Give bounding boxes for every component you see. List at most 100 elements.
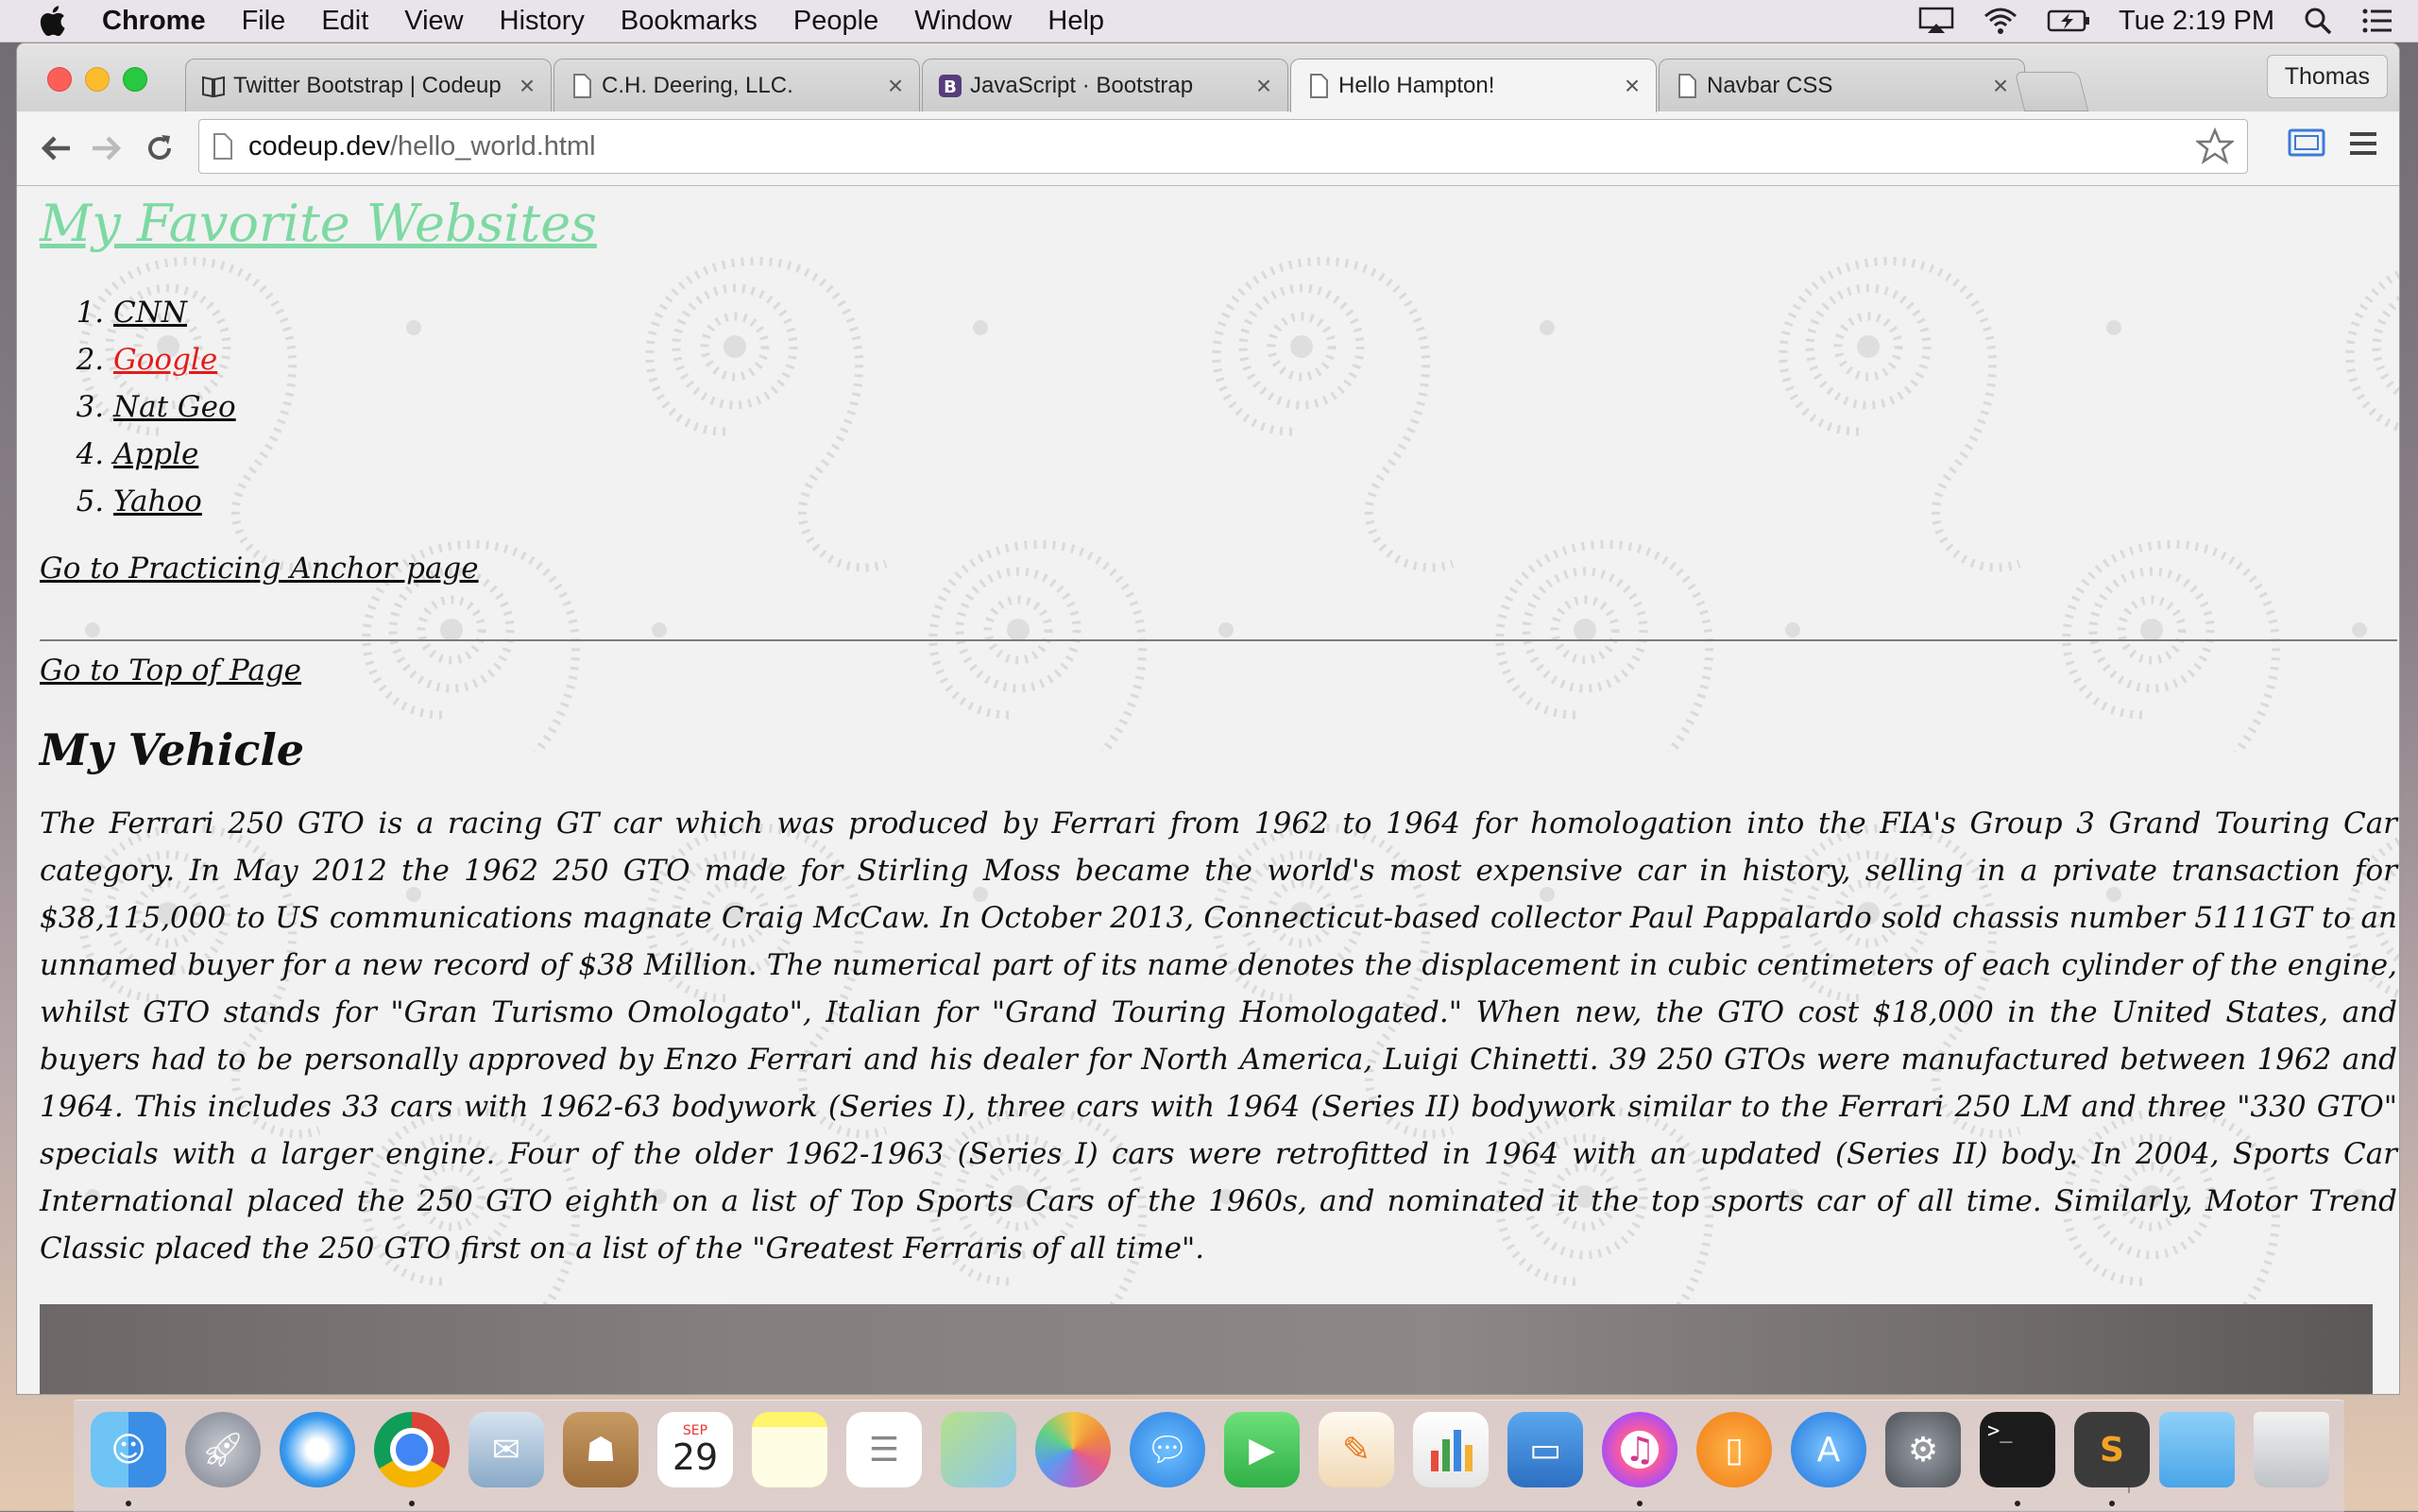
- url-path: /hello_world.html: [389, 130, 596, 161]
- tab-title: Hello Hampton!: [1338, 73, 1495, 98]
- menu-bar: Chrome File Edit View History Bookmarks …: [0, 0, 2418, 42]
- reminders-icon[interactable]: ☰: [846, 1412, 922, 1487]
- close-tab-icon[interactable]: ×: [1622, 71, 1643, 101]
- finder-icon[interactable]: ☺: [91, 1412, 166, 1487]
- site-link-yahoo[interactable]: Yahoo: [113, 484, 202, 518]
- book-icon: [202, 76, 225, 97]
- zoom-window-button[interactable]: [123, 67, 147, 92]
- close-tab-icon[interactable]: ×: [1990, 71, 2011, 101]
- bookmark-star-icon[interactable]: [2196, 127, 2234, 165]
- menu-bookmarks[interactable]: Bookmarks: [621, 6, 758, 37]
- list-item: Google: [113, 336, 2382, 383]
- tab-title: JavaScript · Bootstrap: [970, 72, 1194, 98]
- page-icon: [1310, 74, 1328, 98]
- calendar-icon[interactable]: SEP 29: [657, 1412, 733, 1487]
- terminal-icon[interactable]: >_: [1980, 1412, 2055, 1487]
- chrome-icon[interactable]: [374, 1412, 450, 1487]
- svg-text:B: B: [944, 77, 957, 97]
- chrome-menu-icon[interactable]: [2346, 127, 2380, 161]
- menu-file[interactable]: File: [242, 6, 286, 37]
- site-link-nat-geo[interactable]: Nat Geo: [113, 390, 236, 424]
- close-tab-icon[interactable]: ×: [885, 71, 906, 101]
- sublime-text-icon[interactable]: S: [2074, 1412, 2150, 1487]
- maps-icon[interactable]: [941, 1412, 1016, 1487]
- list-item: Apple: [113, 431, 2382, 478]
- running-indicator: [2109, 1501, 2115, 1506]
- menu-app-name[interactable]: Chrome: [102, 6, 206, 37]
- launchpad-icon[interactable]: 🚀︎: [185, 1412, 261, 1487]
- back-arrow-icon: [41, 136, 70, 161]
- menu-people[interactable]: People: [793, 6, 878, 37]
- tab-javascript-bootstrap[interactable]: B JavaScript · Bootstrap ×: [922, 59, 1288, 111]
- wifi-icon[interactable]: [1983, 7, 2018, 35]
- profile-button[interactable]: Thomas: [2266, 55, 2388, 98]
- facetime-icon[interactable]: ▶: [1224, 1412, 1300, 1487]
- running-indicator: [1637, 1501, 1643, 1506]
- numbers-icon[interactable]: [1413, 1412, 1489, 1487]
- keynote-icon[interactable]: ▭: [1507, 1412, 1583, 1487]
- vehicle-paragraph: The Ferrari 250 GTO is a racing GT car w…: [40, 807, 2397, 1266]
- close-tab-icon[interactable]: ×: [517, 71, 537, 101]
- menu-edit[interactable]: Edit: [321, 6, 368, 37]
- apple-menu-icon[interactable]: [38, 5, 66, 37]
- running-indicator: [126, 1501, 131, 1506]
- site-link-google[interactable]: Google: [113, 343, 217, 377]
- downloads-folder-icon[interactable]: [2159, 1412, 2235, 1487]
- ibooks-icon[interactable]: ▯: [1696, 1412, 1772, 1487]
- bar-chart-glyph: [1431, 1430, 1473, 1471]
- menu-history[interactable]: History: [500, 6, 585, 37]
- page-icon: [573, 73, 591, 98]
- contacts-icon[interactable]: ☗: [563, 1412, 639, 1487]
- tab-hello-hampton[interactable]: Hello Hampton! ×: [1290, 59, 1657, 112]
- list-item: Yahoo: [113, 478, 2382, 525]
- forward-arrow-icon: [93, 136, 122, 161]
- photos-icon[interactable]: [1035, 1412, 1111, 1487]
- new-tab-button[interactable]: [2014, 72, 2089, 111]
- close-tab-icon[interactable]: ×: [1253, 71, 1274, 101]
- calendar-day: 29: [672, 1436, 719, 1478]
- menu-clock[interactable]: Tue 2:19 PM: [2119, 6, 2274, 37]
- back-button[interactable]: [36, 128, 76, 168]
- reload-icon: [148, 135, 171, 160]
- site-link-apple[interactable]: Apple: [113, 437, 198, 471]
- close-window-button[interactable]: [47, 67, 72, 92]
- trash-icon[interactable]: [2254, 1412, 2329, 1487]
- top-of-page-link[interactable]: Go to Top of Page: [40, 654, 301, 688]
- menu-window[interactable]: Window: [914, 6, 1012, 37]
- tab-title: Navbar CSS: [1707, 72, 1833, 98]
- pages-icon[interactable]: ✎: [1319, 1412, 1394, 1487]
- chrome-window: Twitter Bootstrap | Codeup × C.H. Deerin…: [17, 43, 2399, 1394]
- tab-twitter-bootstrap[interactable]: Twitter Bootstrap | Codeup ×: [185, 59, 552, 111]
- mail-icon[interactable]: ✉︎: [468, 1412, 544, 1487]
- cast-icon[interactable]: [2288, 127, 2325, 161]
- airplay-icon[interactable]: [1918, 7, 1954, 35]
- minimize-window-button[interactable]: [85, 67, 110, 92]
- list-item: CNN: [113, 289, 2382, 336]
- status-menus: Tue 2:19 PM: [1918, 0, 2393, 42]
- site-link-cnn[interactable]: CNN: [113, 296, 187, 330]
- forward-button[interactable]: [87, 128, 127, 168]
- page-content: My Favorite Websites CNN Google Nat Geo …: [40, 186, 2397, 1266]
- page-icon: [213, 133, 232, 160]
- system-preferences-icon[interactable]: ⚙: [1885, 1412, 1961, 1487]
- menu-help[interactable]: Help: [1047, 6, 1104, 37]
- notification-center-icon[interactable]: [2361, 8, 2393, 34]
- page-title-link[interactable]: My Favorite Websites: [40, 194, 597, 253]
- address-bar[interactable]: codeup.dev/hello_world.html: [198, 119, 2248, 174]
- spotlight-search-icon[interactable]: [2303, 6, 2333, 36]
- web-page: My Favorite Websites CNN Google Nat Geo …: [17, 186, 2399, 1394]
- reload-button[interactable]: [140, 128, 179, 168]
- messages-icon[interactable]: 💬︎: [1130, 1412, 1205, 1487]
- menu-view[interactable]: View: [404, 6, 463, 37]
- tab-strip: Twitter Bootstrap | Codeup × C.H. Deerin…: [17, 43, 2399, 112]
- battery-icon[interactable]: [2047, 8, 2090, 33]
- safari-icon[interactable]: [280, 1412, 355, 1487]
- app-store-icon[interactable]: A: [1791, 1412, 1866, 1487]
- itunes-icon[interactable]: ♫: [1602, 1412, 1677, 1487]
- tab-ch-deering[interactable]: C.H. Deering, LLC. ×: [553, 59, 920, 111]
- tab-navbar-css[interactable]: Navbar CSS ×: [1659, 59, 2025, 111]
- bootstrap-b-icon: B: [939, 74, 962, 97]
- page-icon: [1678, 73, 1696, 98]
- practicing-anchor-link[interactable]: Go to Practicing Anchor page: [40, 552, 2382, 586]
- notes-icon[interactable]: [752, 1412, 827, 1487]
